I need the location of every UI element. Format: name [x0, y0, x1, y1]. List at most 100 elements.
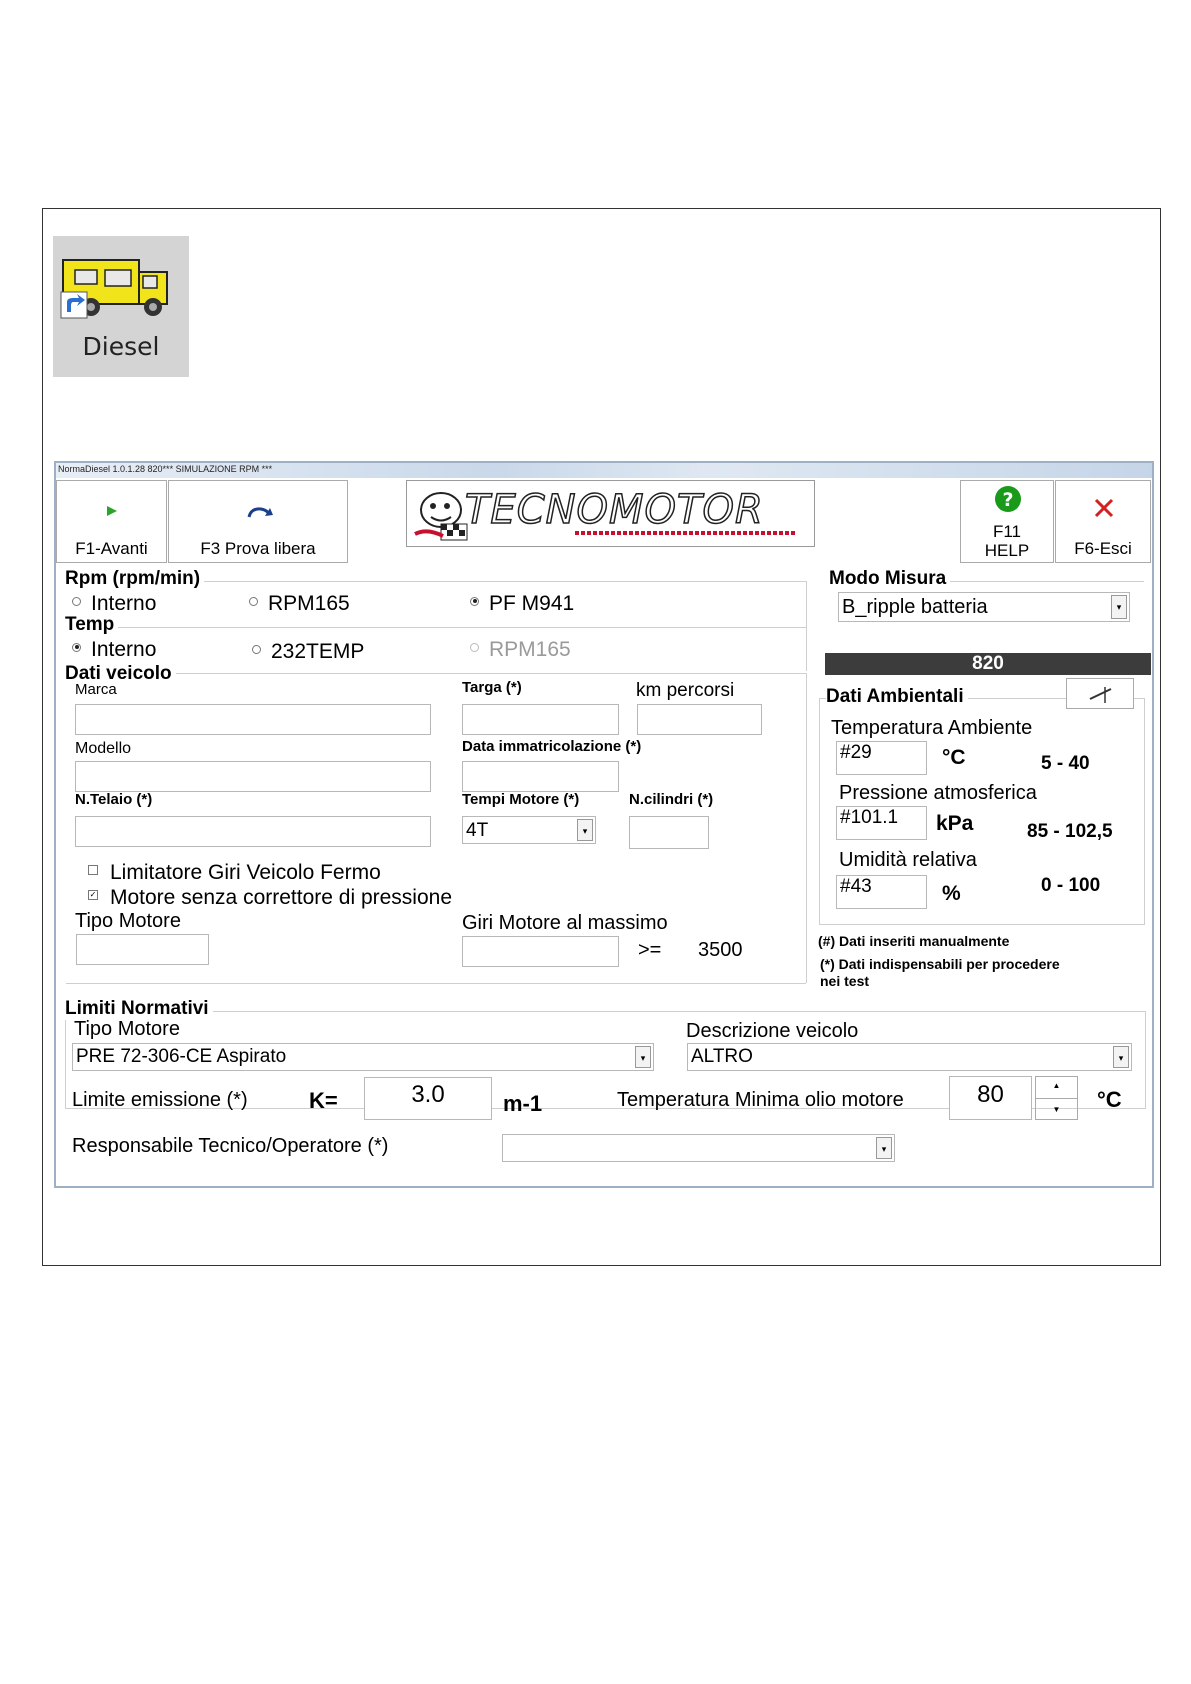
oil-temp-unit: °C — [1097, 1087, 1122, 1112]
rpm-temp-right-edge — [806, 581, 807, 671]
modo-misura-value: B_ripple batteria — [842, 596, 988, 618]
pressione-range: 85 - 102,5 — [1027, 821, 1113, 842]
window-title: NormaDiesel 1.0.1.28 820*** SIMULAZIONE … — [58, 464, 273, 474]
pressione-value: #101.1 — [840, 807, 899, 828]
window-titlebar[interactable]: NormaDiesel 1.0.1.28 820*** SIMULAZIONE … — [56, 463, 1152, 478]
pencil-icon — [1089, 687, 1112, 703]
logo-text: TECNOMOTOR — [464, 486, 764, 534]
telaio-input[interactable] — [75, 816, 431, 847]
temp-group-line — [66, 627, 806, 628]
operator-select[interactable]: ▾ — [502, 1134, 895, 1162]
chevron-down-icon[interactable]: ▾ — [1113, 1046, 1129, 1068]
limits-tipo-label: Tipo Motore — [74, 1018, 180, 1040]
oil-temp-label: Temperatura Minima olio motore — [617, 1089, 904, 1111]
chevron-down-icon[interactable]: ▾ — [1111, 595, 1127, 619]
spinner-down-icon[interactable]: ▼ — [1036, 1099, 1077, 1121]
chevron-down-icon[interactable]: ▾ — [876, 1137, 892, 1159]
spinner-up-icon[interactable]: ▲ — [1036, 1077, 1077, 1099]
redo-arrow-icon — [247, 507, 273, 518]
correttore-checkbox-box[interactable]: ✓ — [88, 890, 98, 901]
exit-button[interactable]: F6-Esci — [1055, 480, 1151, 563]
k-label: K= — [309, 1088, 338, 1113]
logo-mascot-icon — [414, 492, 468, 541]
giri-motore-label: Giri Motore al massimo — [462, 912, 668, 934]
exit-button-label: F6-Esci — [1074, 539, 1132, 558]
limitatore-checkbox-box[interactable] — [88, 865, 98, 876]
limits-tipo-value: PRE 72-306-CE Aspirato — [76, 1046, 287, 1067]
tecnomotor-logo: TECNOMOTOR — [406, 480, 815, 547]
temp-group-title: Temp — [65, 614, 119, 636]
data-immatricolazione-label: Data immatricolazione (*) — [462, 738, 642, 755]
tempi-motore-select[interactable]: 4T ▾ — [462, 816, 596, 844]
oil-temp-spinner[interactable]: ▲ ▼ — [1035, 1076, 1078, 1120]
temp-ambiente-range: 5 - 40 — [1041, 753, 1090, 774]
umidita-label: Umidità relativa — [839, 849, 977, 871]
limitatore-label: Limitatore Giri Veicolo Fermo — [110, 861, 381, 884]
targa-label: Targa (*) — [462, 679, 522, 696]
umidita-input[interactable]: #43 — [836, 875, 927, 909]
note-required-line2: nei test — [820, 973, 870, 989]
giri-motore-input[interactable] — [462, 936, 619, 967]
giri-operator: >= — [638, 939, 662, 961]
temp-radio-rpm165[interactable]: RPM165 — [470, 638, 571, 662]
chevron-down-icon[interactable]: ▾ — [635, 1046, 651, 1068]
rpm-group-title: Rpm (rpm/min) — [65, 568, 205, 590]
pressione-label: Pressione atmosferica — [839, 782, 1037, 804]
tipo-motore-input[interactable] — [76, 934, 209, 965]
chevron-down-icon[interactable]: ▾ — [577, 819, 593, 841]
edit-ambient-button[interactable] — [1066, 678, 1134, 709]
modo-misura-select[interactable]: B_ripple batteria ▾ — [838, 592, 1130, 622]
truck-icon — [60, 259, 168, 319]
rpm-radio-interno[interactable]: Interno — [72, 592, 156, 616]
modo-misura-title: Modo Misura — [829, 568, 951, 590]
temp-radio-232temp-label: 232TEMP — [271, 640, 365, 663]
k-value: 3.0 — [411, 1081, 445, 1108]
help-label-line1: F11 — [992, 522, 1022, 541]
pressione-input[interactable]: #101.1 — [836, 806, 927, 840]
free-test-button-label: F3 Prova libera — [200, 539, 316, 558]
umidita-unit: % — [942, 882, 961, 905]
marca-input[interactable] — [75, 704, 431, 735]
oil-temp-input[interactable]: 80 — [949, 1076, 1032, 1120]
help-button[interactable]: ? F11 HELP — [960, 480, 1054, 563]
forward-button-label: F1-Avanti — [75, 539, 148, 558]
data-immatricolazione-input[interactable] — [462, 761, 619, 792]
umidita-range: 0 - 100 — [1041, 875, 1101, 896]
telaio-label: N.Telaio (*) — [75, 791, 153, 808]
free-test-button[interactable]: F3 Prova libera — [168, 480, 348, 563]
rpm-radio-pfm941[interactable]: PF M941 — [470, 592, 574, 616]
temp-radio-interno-label: Interno — [91, 638, 157, 661]
desktop-shortcut-diesel[interactable]: Diesel — [53, 236, 189, 377]
limitatore-checkbox[interactable]: Limitatore Giri Veicolo Fermo — [88, 861, 381, 885]
rpm-radio-pfm941-label: PF M941 — [489, 592, 575, 615]
km-input[interactable] — [637, 704, 762, 735]
modello-label: Modello — [75, 740, 132, 757]
desktop-shortcut-label: Diesel — [82, 332, 160, 361]
cilindri-input[interactable] — [629, 816, 709, 849]
temp-radio-rpm165-label: RPM165 — [489, 638, 571, 661]
tipo-motore-label: Tipo Motore — [75, 910, 181, 932]
temp-ambiente-input[interactable]: #29 — [836, 741, 927, 775]
k-value-input[interactable]: 3.0 — [364, 1077, 492, 1120]
limits-group-title: Limiti Normativi — [65, 998, 213, 1020]
temp-radio-232temp[interactable]: 232TEMP — [252, 640, 364, 664]
targa-input[interactable] — [462, 704, 619, 735]
help-label-line2: HELP — [984, 541, 1030, 560]
descrizione-select[interactable]: ALTRO ▾ — [687, 1043, 1132, 1071]
forward-button[interactable]: F1-Avanti — [56, 480, 167, 563]
play-icon — [107, 506, 117, 516]
help-button-label: F11 HELP — [961, 522, 1053, 560]
temp-ambiente-value: #29 — [840, 742, 872, 763]
pressione-unit: kPa — [936, 812, 974, 835]
vehicle-group-right-edge — [806, 673, 807, 983]
temp-radio-interno[interactable]: Interno — [72, 638, 156, 662]
rpm-radio-rpm165[interactable]: RPM165 — [249, 592, 350, 616]
limits-tipo-select[interactable]: PRE 72-306-CE Aspirato ▾ — [72, 1043, 654, 1071]
rpm-radio-rpm165-label: RPM165 — [268, 592, 350, 615]
correttore-checkbox[interactable]: ✓ Motore senza correttore di pressione — [88, 886, 452, 910]
svg-text:?: ? — [1002, 489, 1013, 511]
umidita-value: #43 — [840, 876, 872, 897]
tempi-motore-label: Tempi Motore (*) — [462, 791, 580, 808]
note-required-line1: (*) Dati indispensabili per procedere — [820, 956, 1060, 972]
modello-input[interactable] — [75, 761, 431, 792]
